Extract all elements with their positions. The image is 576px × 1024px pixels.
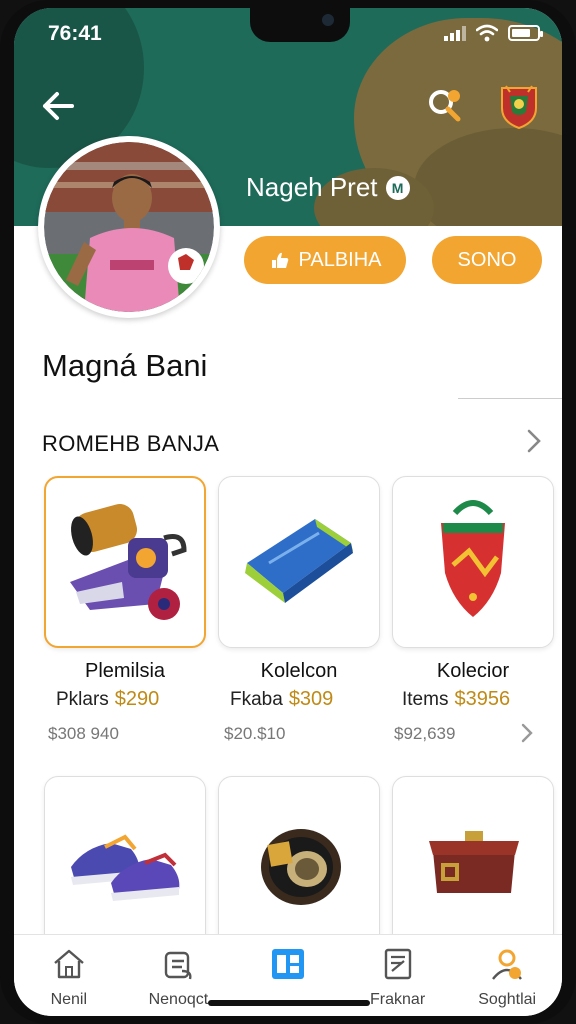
- sono-button[interactable]: SONO: [432, 236, 542, 284]
- back-button[interactable]: [36, 84, 80, 128]
- item-card-shield[interactable]: [392, 476, 554, 648]
- item-price-row-3: Items $3956: [402, 688, 510, 711]
- item-name-3: Kolecior: [436, 660, 510, 682]
- item-price-row-2: Fkaba $309: [230, 688, 333, 711]
- section-header-row[interactable]: ROMEHB BANJA: [42, 424, 542, 464]
- chevron-right-icon[interactable]: [520, 722, 534, 751]
- status-icons: [444, 24, 543, 42]
- nav-profile-label: Soghtlai: [478, 991, 537, 1008]
- sneakers-icon: [71, 834, 180, 901]
- grid-icon: [271, 949, 304, 979]
- item-name-2: Kolelcon: [260, 660, 338, 682]
- bag-icon: [165, 951, 192, 980]
- palbiha-button[interactable]: PALBIHA: [244, 236, 406, 284]
- club-crest-button[interactable]: [496, 82, 542, 130]
- divider: [458, 398, 562, 399]
- section-subtitle: ROMEHB BANJA: [42, 431, 220, 456]
- phone-frame: 76:41 Nageh Pret M PALBIHA SONO Magná Ba…: [0, 0, 576, 1024]
- nav-bag-label: Nenoqct: [148, 991, 209, 1008]
- search-icon: [429, 90, 461, 122]
- item-card-chest[interactable]: [392, 776, 554, 948]
- note-icon: [384, 948, 411, 980]
- item-card-mat[interactable]: [218, 476, 380, 648]
- search-button[interactable]: [424, 84, 468, 128]
- sono-label: SONO: [457, 248, 517, 271]
- item-card-sneakers[interactable]: [44, 776, 206, 948]
- item-card-gear-kit[interactable]: [44, 476, 206, 648]
- tape-roll-icon: [261, 829, 341, 905]
- palbiha-label: PALBIHA: [298, 248, 382, 271]
- item-price-1: $290: [114, 688, 160, 710]
- club-crest-icon: [501, 85, 537, 130]
- nav-profile[interactable]: Soghtlai: [452, 935, 562, 1016]
- camera-notch: [250, 8, 350, 42]
- home-indicator[interactable]: [208, 1000, 370, 1006]
- wifi-icon: [476, 24, 498, 42]
- item-old-price-1: $308 940: [48, 724, 119, 743]
- item-card-tape[interactable]: [218, 776, 380, 948]
- chest-icon: [429, 831, 519, 893]
- section-title: Magná Bani: [42, 348, 208, 383]
- verified-badge-icon: M: [385, 175, 410, 200]
- nav-home-label: Nenil: [50, 991, 88, 1008]
- arrow-left-icon: [43, 92, 74, 120]
- item-price-2: $309: [288, 688, 334, 710]
- gear-kit-icon: [70, 504, 187, 620]
- item-price-row-1: Pklars $290: [56, 688, 159, 711]
- item-label-3: Items: [402, 688, 449, 710]
- home-icon: [54, 949, 84, 979]
- item-label-1: Pklars: [56, 688, 109, 710]
- hand-icon: [271, 252, 288, 268]
- shield-icon: [441, 500, 505, 617]
- user-icon: [492, 949, 523, 980]
- chevron-right-icon: [526, 428, 542, 461]
- signal-icon: [444, 25, 466, 41]
- player-photo: [44, 142, 214, 312]
- item-old-price-2: $20.$10: [224, 724, 286, 743]
- item-name-1: Plemilsia: [84, 660, 166, 682]
- status-time: 76:41: [48, 22, 102, 45]
- profile-name: Nageh Pret M: [246, 172, 410, 203]
- avatar[interactable]: [38, 136, 220, 318]
- screen: 76:41 Nageh Pret M PALBIHA SONO Magná Ba…: [14, 8, 562, 1016]
- profile-name-text: Nageh Pret: [246, 172, 378, 202]
- nav-home[interactable]: Nenil: [14, 935, 124, 1016]
- mat-icon: [245, 519, 353, 603]
- nav-notes-label: Fraknar: [370, 991, 426, 1008]
- item-old-price-3: $92,639: [394, 724, 456, 743]
- item-price-3: $3956: [454, 688, 511, 710]
- battery-icon: [508, 25, 543, 41]
- item-label-2: Fkaba: [230, 688, 283, 710]
